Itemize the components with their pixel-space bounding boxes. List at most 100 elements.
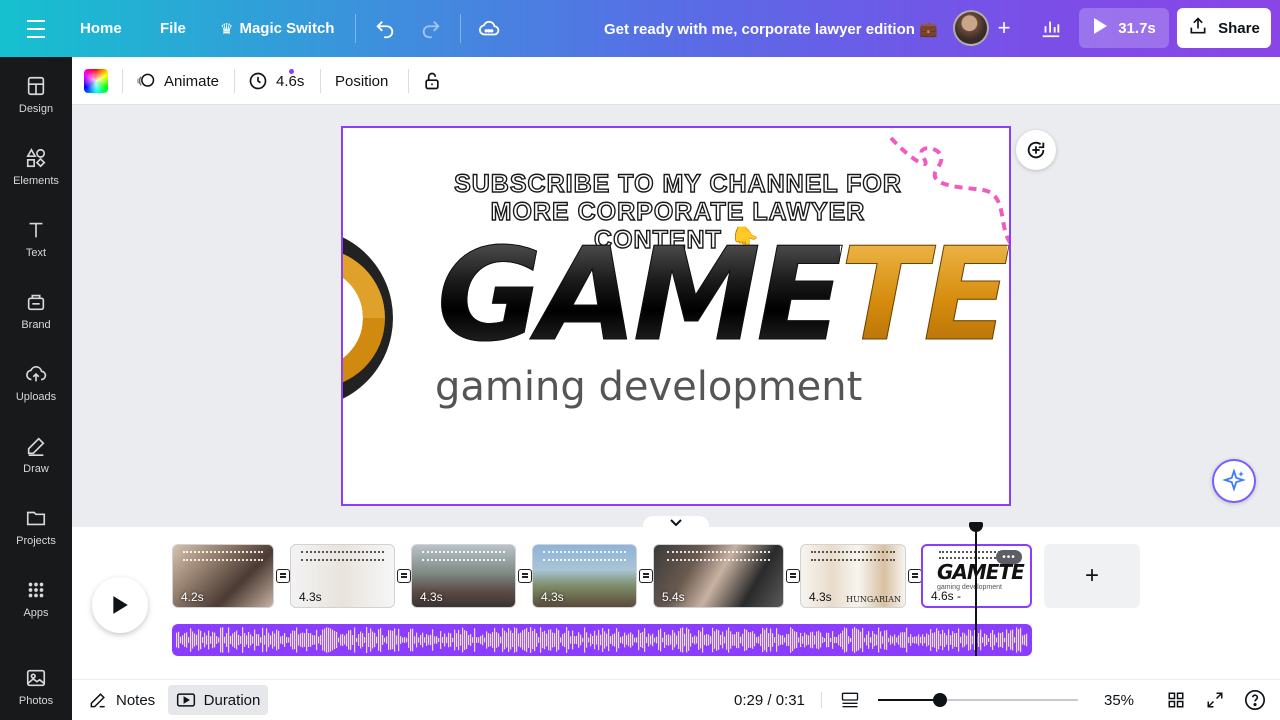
page-view-icon[interactable] xyxy=(840,680,860,720)
home-button[interactable]: Home xyxy=(80,0,122,57)
sidebar-item-elements[interactable]: Elements xyxy=(0,137,72,197)
grid-view-icon[interactable] xyxy=(1167,680,1185,720)
notes-button[interactable]: Notes xyxy=(88,680,155,720)
waveform-bar xyxy=(618,631,620,649)
waveform-bar xyxy=(444,633,446,647)
position-button[interactable]: Position xyxy=(335,57,388,105)
transition-icon[interactable] xyxy=(518,569,532,583)
zoom-percentage[interactable]: 35% xyxy=(1104,680,1134,720)
timeline-clip-6[interactable]: HUNGARIAN 4.3s xyxy=(800,544,906,608)
help-icon[interactable] xyxy=(1244,680,1266,720)
waveform-bar xyxy=(570,636,572,644)
waveform-bar xyxy=(892,636,894,644)
menu-icon[interactable] xyxy=(22,0,50,57)
clip-more-options-icon[interactable]: ••• xyxy=(996,550,1022,564)
document-title[interactable]: Get ready with me, corporate lawyer edit… xyxy=(604,0,938,57)
timeline-clip-3[interactable]: 4.3s xyxy=(411,544,516,608)
timeline-clip-1[interactable]: 4.2s xyxy=(172,544,274,608)
left-sidebar: Design Elements Text Brand Uploads Draw … xyxy=(0,57,72,720)
waveform-bar xyxy=(822,636,824,644)
avatar[interactable] xyxy=(953,10,989,46)
waveform-bar xyxy=(830,637,832,643)
zoom-slider-handle[interactable] xyxy=(933,693,947,707)
waveform-bar xyxy=(930,629,932,651)
add-collaborator-icon[interactable]: + xyxy=(988,12,1020,44)
waveform-bar xyxy=(338,637,340,643)
waveform-bar xyxy=(592,635,594,645)
waveform-bar xyxy=(624,632,626,648)
waveform-bar xyxy=(952,631,954,649)
waveform-bar xyxy=(558,630,560,650)
duration-button[interactable]: Duration xyxy=(168,685,268,715)
waveform-bar xyxy=(490,633,492,647)
timeline-clip-5[interactable]: 5.4s xyxy=(653,544,784,608)
sidebar-item-photos[interactable]: Photos xyxy=(0,657,72,717)
waveform-bar xyxy=(796,632,798,648)
waveform-bar xyxy=(576,635,578,645)
waveform-bar xyxy=(532,631,534,649)
sidebar-item-uploads[interactable]: Uploads xyxy=(0,353,72,413)
waveform-bar xyxy=(712,627,714,653)
transition-icon[interactable] xyxy=(786,569,800,583)
redo-icon[interactable] xyxy=(418,0,444,57)
waveform-bar xyxy=(552,632,554,648)
timeline-clip-2[interactable]: 4.3s xyxy=(290,544,395,608)
clip-duration: 4.6s - xyxy=(931,589,962,603)
timeline-clip-4[interactable]: 4.3s xyxy=(532,544,637,608)
waveform-bar xyxy=(816,631,818,649)
zoom-slider-fill xyxy=(878,699,940,701)
waveform-bar xyxy=(528,632,530,648)
waveform-bar xyxy=(1002,631,1004,649)
waveform-bar xyxy=(580,634,582,646)
animate-button[interactable]: Animate xyxy=(136,57,219,105)
waveform-bar xyxy=(194,633,196,647)
timeline-play-button[interactable] xyxy=(92,577,148,633)
clip-duration: 5.4s xyxy=(662,590,685,604)
waveform-bar xyxy=(380,628,382,652)
waveform-bar xyxy=(478,637,480,643)
design-canvas[interactable]: SUBSCRIBE TO MY CHANNEL FOR MORE CORPORA… xyxy=(341,126,1011,506)
logo-tagline[interactable]: gaming development xyxy=(435,364,862,410)
waveform-bar xyxy=(734,634,736,646)
waveform-bar xyxy=(654,637,656,643)
color-picker-swatch[interactable] xyxy=(84,69,108,93)
lock-icon[interactable] xyxy=(422,57,442,105)
sidebar-item-design[interactable]: Design xyxy=(0,65,72,125)
transition-icon[interactable] xyxy=(639,569,653,583)
waveform-bar xyxy=(344,635,346,645)
sidebar-item-projects[interactable]: Projects xyxy=(0,497,72,557)
fullscreen-icon[interactable] xyxy=(1206,680,1224,720)
zoom-slider[interactable] xyxy=(878,693,1078,707)
gamete-logo-text[interactable]: GAMETE xyxy=(437,231,1009,360)
insights-chart-icon[interactable] xyxy=(1034,10,1068,46)
add-page-button[interactable]: + xyxy=(1044,544,1140,608)
sidebar-item-brand[interactable]: Brand xyxy=(0,281,72,341)
audio-track[interactable] xyxy=(172,624,1032,656)
collapse-timeline-chevron-icon[interactable] xyxy=(643,516,709,530)
waveform-bar xyxy=(926,633,928,647)
sidebar-item-text[interactable]: Text xyxy=(0,209,72,269)
share-button[interactable]: Share xyxy=(1177,8,1271,48)
undo-icon[interactable] xyxy=(372,0,398,57)
waveform-bar xyxy=(968,629,970,651)
transition-icon[interactable] xyxy=(276,569,290,583)
playhead[interactable] xyxy=(975,530,977,656)
cloud-sync-icon[interactable] xyxy=(476,0,502,57)
waveform-bar xyxy=(382,635,384,645)
waveform-bar xyxy=(640,632,642,648)
magic-assistant-icon[interactable] xyxy=(1212,459,1256,503)
waveform-bar xyxy=(628,633,630,647)
waveform-bar xyxy=(484,637,486,643)
waveform-bar xyxy=(436,636,438,644)
sidebar-item-apps[interactable]: Apps xyxy=(0,569,72,629)
comment-refresh-icon[interactable] xyxy=(1016,130,1056,170)
transition-icon[interactable] xyxy=(908,569,922,583)
file-menu-button[interactable]: File xyxy=(160,0,186,57)
transition-icon[interactable] xyxy=(397,569,411,583)
timing-button[interactable]: 4.6s xyxy=(248,57,304,105)
clip-caption-overlay xyxy=(543,551,626,561)
present-play-button[interactable]: 31.7s xyxy=(1079,8,1169,48)
sidebar-item-draw[interactable]: Draw xyxy=(0,425,72,485)
magic-switch-button[interactable]: ♛ Magic Switch xyxy=(220,0,334,57)
waveform-bar xyxy=(700,631,702,649)
